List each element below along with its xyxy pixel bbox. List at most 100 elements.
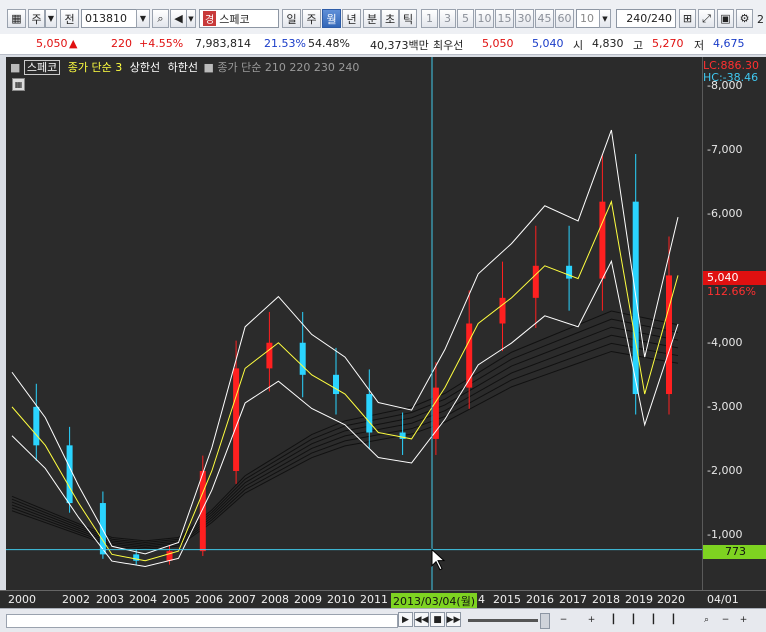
legend-ma-marker: ■	[203, 61, 214, 74]
date-tick-label: 2005	[162, 593, 190, 606]
ruler-icon[interactable]: ┃	[606, 612, 621, 627]
chevron-down-icon[interactable]: ▼	[186, 9, 196, 28]
minute-45[interactable]: 45	[535, 9, 554, 28]
chevron-down-icon[interactable]: ▼	[599, 9, 611, 28]
date-tick-label: 4	[478, 593, 485, 606]
candle-body	[366, 394, 373, 433]
legend-upper: 상한선	[129, 61, 161, 74]
minute-10[interactable]: 10	[475, 9, 494, 28]
candle-body	[532, 265, 539, 298]
quote-open-label: 시	[573, 39, 584, 52]
price-chart[interactable]	[6, 57, 702, 590]
price-tick-label: -3,000	[707, 399, 743, 413]
period-tab-all[interactable]: 전	[60, 9, 79, 28]
ruler-icon-2[interactable]: ┃	[626, 612, 641, 627]
search-icon[interactable]: ⌕	[152, 9, 169, 28]
minute-5[interactable]: 5	[457, 9, 474, 28]
date-tick-label: 04/01	[707, 593, 739, 606]
timeframe-tick[interactable]: 틱	[399, 9, 417, 28]
fast-forward-icon[interactable]: ▶▶	[446, 612, 461, 627]
date-tick-label: 2011	[360, 593, 388, 606]
candle-body	[566, 265, 573, 279]
minus-small-icon[interactable]: −	[556, 612, 571, 627]
date-tick-label: 2010	[327, 593, 355, 606]
minute-1[interactable]: 1	[421, 9, 438, 28]
stock-name: 스페코	[219, 12, 250, 26]
cursor-value-tag: 773	[703, 545, 766, 559]
scroll-track[interactable]	[6, 614, 398, 628]
long-ma-line	[11, 350, 679, 550]
minute-3[interactable]: 3	[439, 9, 456, 28]
stock-badge: 경	[203, 11, 217, 26]
timeframe-day[interactable]: 일	[282, 9, 301, 28]
candle-body	[266, 342, 273, 369]
timeframe-second[interactable]: 초	[381, 9, 399, 28]
gear-icon[interactable]: ⚙	[736, 9, 753, 28]
zoom-slider[interactable]	[468, 619, 538, 622]
timeframe-year[interactable]: 년	[342, 9, 361, 28]
quote-change: 220	[111, 37, 132, 50]
quote-volume: 7,983,814	[195, 37, 251, 50]
stop-icon[interactable]: ■	[430, 612, 445, 627]
quote-high: 5,270	[652, 37, 684, 50]
range-display: 240	[626, 12, 648, 25]
timeframe-week[interactable]: 주	[302, 9, 321, 28]
stock-code-input[interactable]: 013810	[81, 9, 137, 28]
zoom-in-icon[interactable]: +	[736, 612, 751, 627]
price-tick-label: -4,000	[707, 335, 743, 349]
save-icon[interactable]: ▣	[717, 9, 734, 28]
price-chart-area[interactable]	[6, 57, 702, 590]
mouse-cursor-icon	[431, 548, 446, 571]
zoom-icon[interactable]: ⤢	[698, 9, 715, 28]
minute-30[interactable]: 30	[515, 9, 534, 28]
period-tab-week[interactable]: 주	[28, 9, 45, 28]
date-tick-label: 2009	[294, 593, 322, 606]
timeframe-month[interactable]: 월	[322, 9, 341, 28]
date-tick-label: 2013/03/04(월)	[391, 593, 478, 609]
range-input[interactable]: 240/240	[616, 9, 676, 28]
chevron-down-icon[interactable]: ▼	[45, 9, 57, 28]
zoom-out-icon[interactable]: −	[718, 612, 733, 627]
chart-menu-icon[interactable]: ▦	[7, 9, 26, 28]
legend-ma3: 종가 단순 3	[67, 61, 123, 74]
minute-15[interactable]: 15	[495, 9, 514, 28]
date-axis: 2000 2002 2003 2004 2005 2006 2007 2008 2009 2010…	[0, 590, 766, 609]
legend-ma-group: 종가 단순 210 220 230 240	[217, 61, 360, 74]
zoom-slider-handle[interactable]	[540, 613, 550, 629]
small-grid-icon[interactable]: ▦	[12, 78, 25, 91]
candle-body	[299, 342, 306, 375]
date-tick-label: 2004	[129, 593, 157, 606]
quote-best-label: 최우선	[433, 39, 464, 52]
count-select[interactable]: 10	[576, 9, 600, 28]
play-icon[interactable]: ▶	[398, 612, 413, 627]
lower-band-line	[11, 259, 679, 568]
legend-lower: 하한선	[167, 61, 199, 74]
hc-label: HC:-38.46	[703, 71, 759, 84]
stock-name-field: 경 스페코	[199, 9, 279, 28]
price-tick-label: -6,000	[707, 207, 743, 221]
candle-body	[33, 406, 40, 446]
price-tick-label: -2,000	[707, 463, 743, 477]
date-tick-label: 2006	[195, 593, 223, 606]
range-total: /240	[647, 12, 672, 25]
date-tick-label: 2016	[526, 593, 554, 606]
plus-small-icon[interactable]: +	[584, 612, 599, 627]
scroll-bar: ▶ ◀◀ ■ ▶▶ − + ┃ ┃ ┃ ┃ ⌕ − +	[0, 608, 766, 632]
quote-vol-ratio: 21.53%	[264, 37, 306, 50]
minute-60[interactable]: 60	[555, 9, 574, 28]
ruler-icon-3[interactable]: ┃	[646, 612, 661, 627]
grid-icon[interactable]: ⊞	[679, 9, 696, 28]
rewind-icon[interactable]: ◀◀	[414, 612, 429, 627]
timeframe-minute[interactable]: 분	[363, 9, 381, 28]
chevron-down-icon[interactable]: ▼	[136, 9, 150, 28]
date-tick-label: 2000	[8, 593, 36, 606]
ruler-icon-4[interactable]: ┃	[666, 612, 681, 627]
date-tick-label: 2003	[96, 593, 124, 606]
quote-high-label: 고	[633, 39, 644, 52]
date-tick-label: 2019	[625, 593, 653, 606]
legend-marker: ■	[10, 61, 21, 74]
speaker-icon[interactable]: ◀	[170, 9, 187, 28]
date-tick-label: 2017	[559, 593, 587, 606]
zoom-search-icon[interactable]: ⌕	[699, 612, 714, 627]
quote-best-bid: 5,040	[532, 37, 564, 50]
